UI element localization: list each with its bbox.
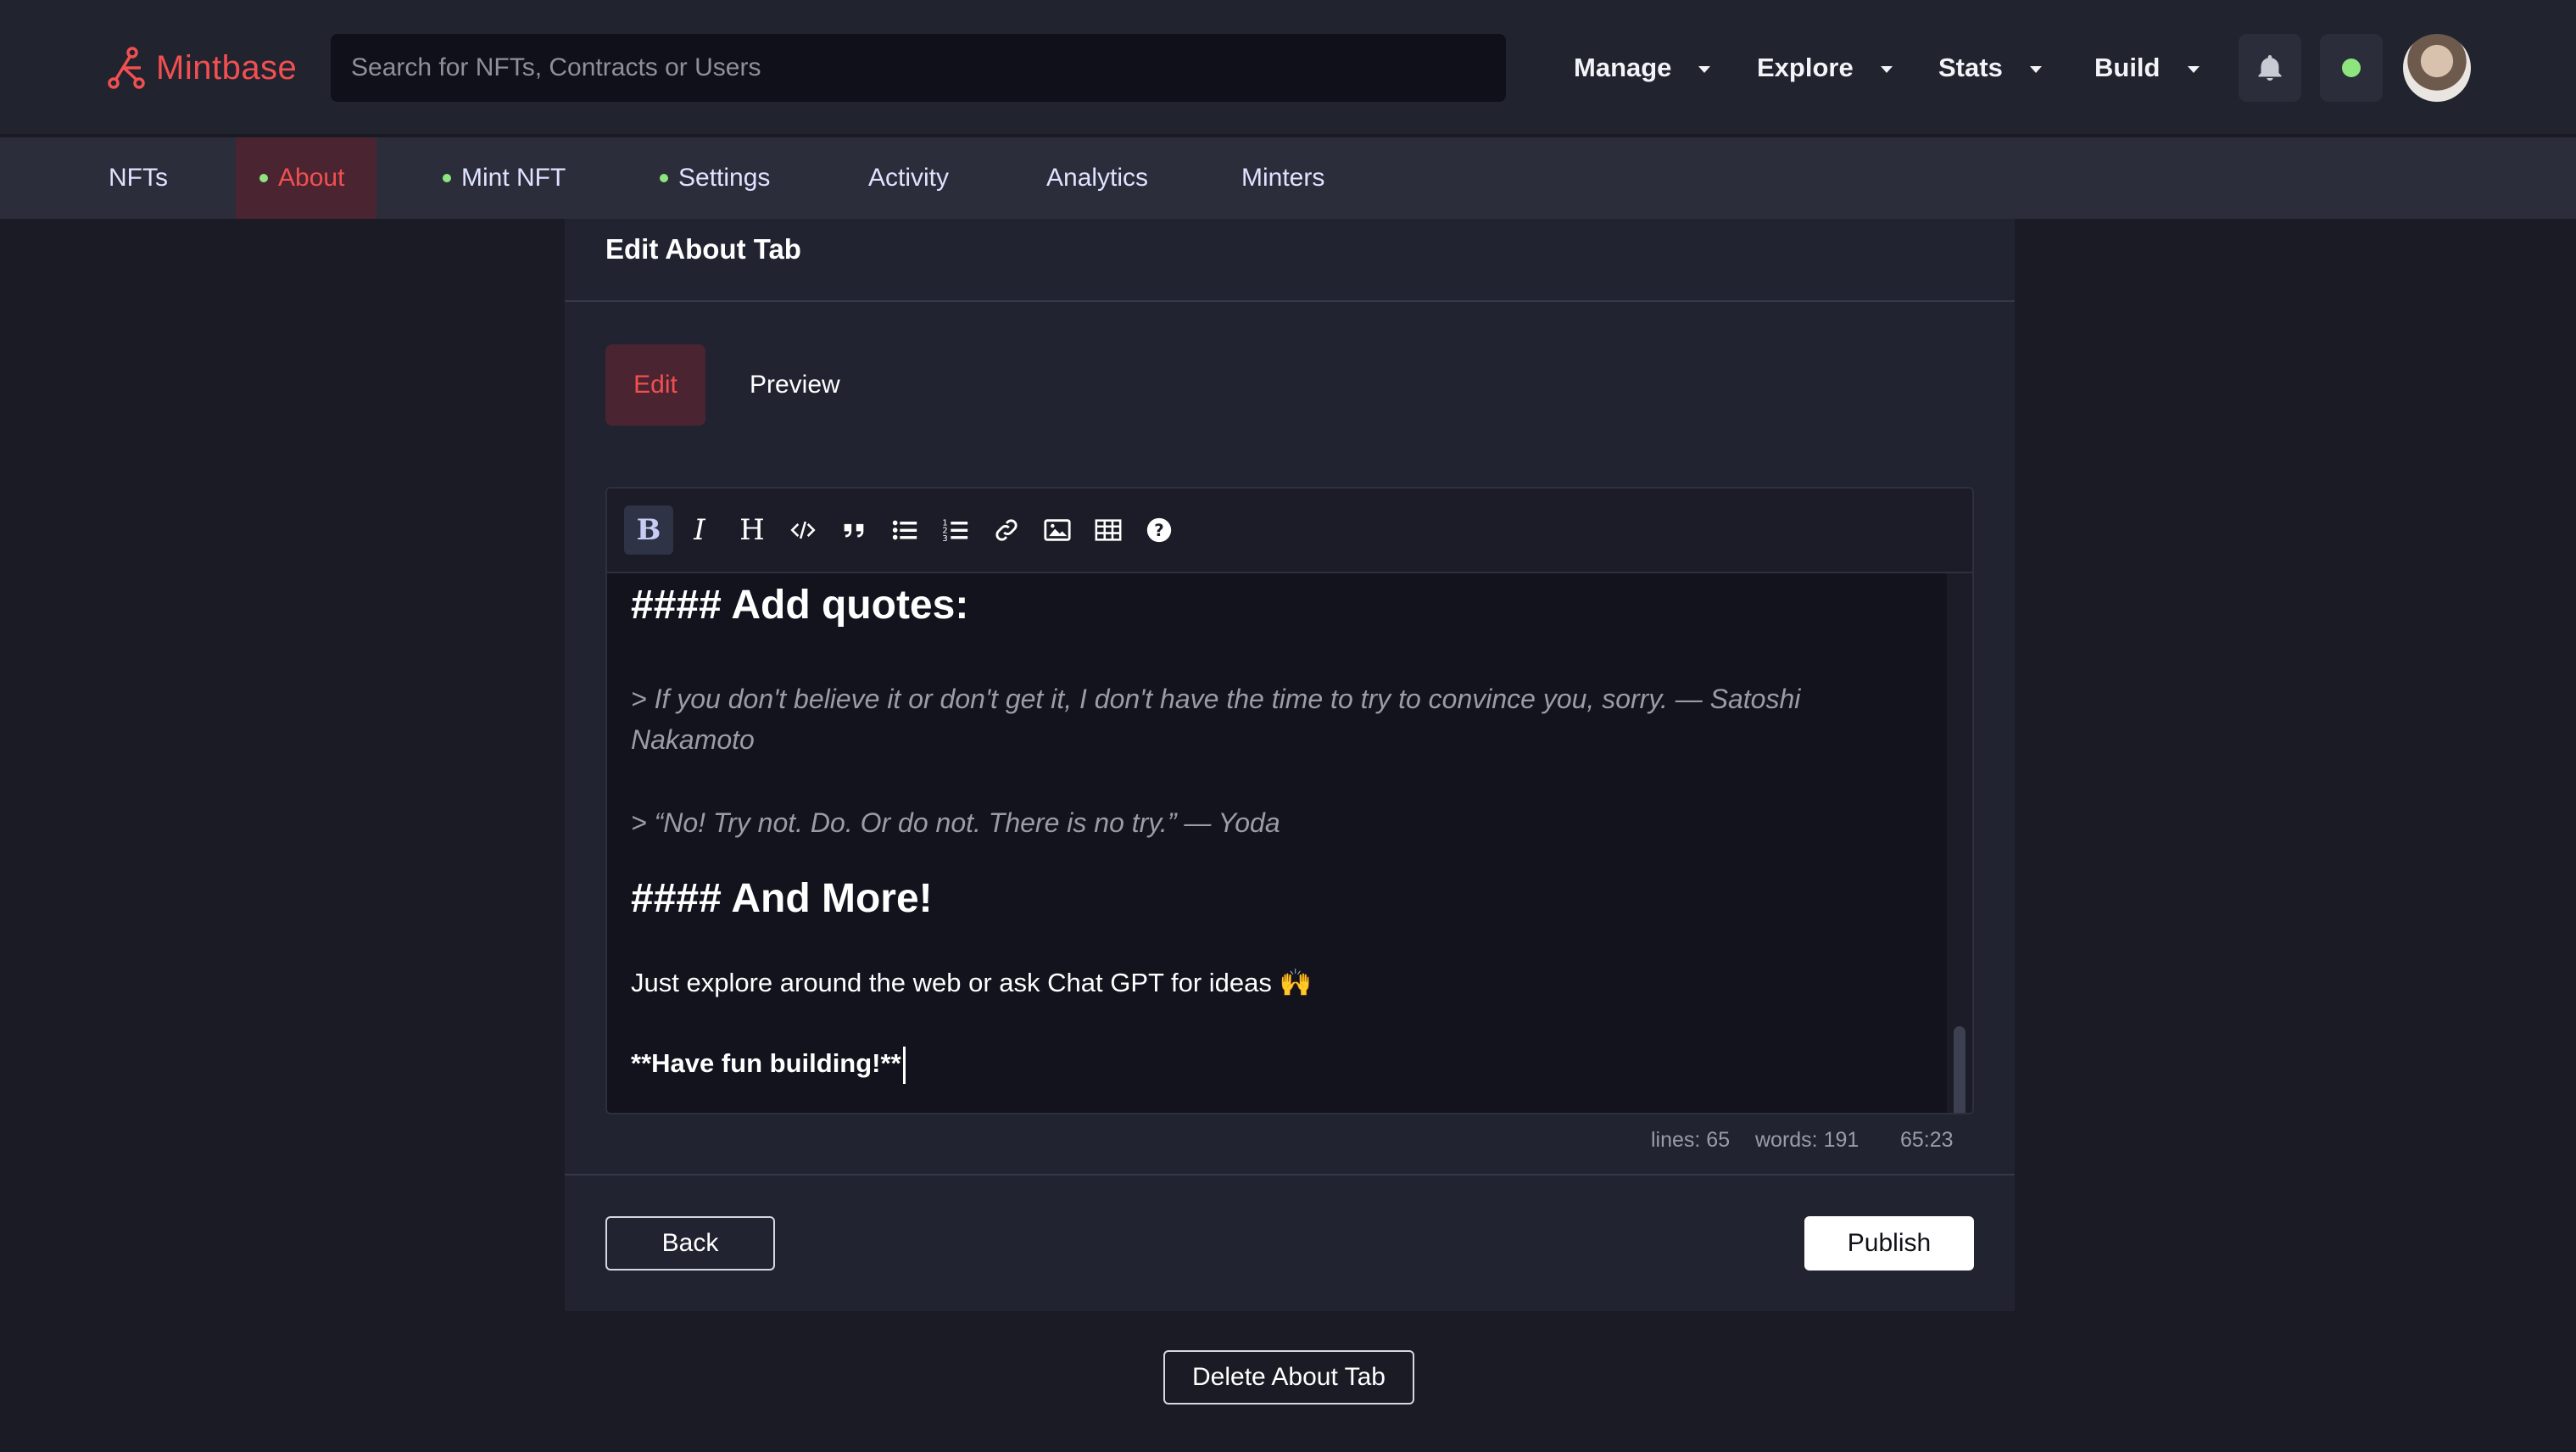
markdown-bold-line: **Have fun building!** bbox=[631, 1047, 906, 1084]
link-button[interactable] bbox=[982, 505, 1031, 555]
code-icon bbox=[790, 521, 816, 539]
top-navbar: Mintbase Manage Explore Stats Build bbox=[0, 0, 2576, 136]
status-cursor-position: 65:23 bbox=[1900, 1127, 1954, 1152]
chevron-down-icon bbox=[2029, 66, 2042, 73]
table-button[interactable] bbox=[1084, 505, 1133, 555]
logo-icon bbox=[108, 47, 145, 89]
tab-label: NFTs bbox=[109, 164, 168, 192]
nav-menu-stats[interactable]: Stats bbox=[1938, 44, 2042, 92]
nav-menu-manage[interactable]: Manage bbox=[1574, 44, 1711, 92]
image-button[interactable] bbox=[1033, 505, 1082, 555]
tab-preview[interactable]: Preview bbox=[750, 344, 840, 426]
tab-label: Analytics bbox=[1046, 164, 1149, 192]
numbered-list-icon: 123 bbox=[942, 518, 968, 544]
bullet-list-icon bbox=[892, 520, 917, 540]
status-dot-icon bbox=[2342, 59, 2361, 77]
editor-toolbar: B I H 123 ? bbox=[607, 489, 1972, 573]
svg-text:?: ? bbox=[1154, 521, 1164, 540]
heading-button[interactable]: H bbox=[728, 505, 777, 555]
markdown-bold-text: **Have fun building!** bbox=[631, 1048, 901, 1079]
nav-menu-label: Explore bbox=[1757, 53, 1854, 82]
delete-about-tab-button[interactable]: Delete About Tab bbox=[1163, 1350, 1414, 1405]
nav-menu-explore[interactable]: Explore bbox=[1757, 44, 1893, 92]
markdown-quote: > “No! Try not. Do. Or do not. There is … bbox=[631, 807, 1280, 838]
tab-nfts[interactable]: NFTs bbox=[85, 137, 192, 219]
status-dot-icon bbox=[660, 174, 668, 182]
tab-label: Settings bbox=[678, 164, 771, 192]
code-button[interactable] bbox=[778, 505, 828, 555]
mintbase-logo[interactable]: Mintbase bbox=[105, 41, 297, 95]
store-subnav: NFTs About Mint NFT Settings Activity An… bbox=[0, 137, 2576, 219]
status-lines: lines: 65 bbox=[1651, 1127, 1731, 1152]
quote-button[interactable] bbox=[829, 505, 878, 555]
tab-label: Activity bbox=[868, 164, 950, 192]
heading-icon: H bbox=[739, 513, 765, 547]
avatar[interactable] bbox=[2403, 34, 2471, 102]
tab-analytics[interactable]: Analytics bbox=[1023, 137, 1172, 219]
link-icon bbox=[995, 519, 1018, 541]
markdown-quote-continued: Nakamoto bbox=[631, 724, 755, 755]
numbered-list-button[interactable]: 123 bbox=[931, 505, 980, 555]
table-icon bbox=[1095, 519, 1122, 541]
publish-button[interactable]: Publish bbox=[1804, 1216, 1974, 1270]
chevron-down-icon bbox=[2187, 66, 2200, 73]
divider bbox=[565, 1174, 2015, 1176]
help-button[interactable]: ? bbox=[1135, 505, 1184, 555]
editor-text-area[interactable]: #### Add quotes: > If you don't believe … bbox=[631, 573, 1937, 1113]
divider bbox=[565, 300, 2015, 302]
tab-mint-nft[interactable]: Mint NFT bbox=[419, 137, 589, 219]
status-dot-icon bbox=[443, 174, 451, 182]
chevron-down-icon bbox=[1880, 66, 1893, 73]
editor-scrollbar[interactable] bbox=[1947, 573, 1972, 1113]
tab-label: About bbox=[278, 164, 345, 192]
status-words: words: 191 bbox=[1755, 1127, 1860, 1152]
markdown-heading: #### And More! bbox=[631, 876, 933, 921]
brand-name: Mintbase bbox=[156, 48, 298, 87]
italic-button[interactable]: I bbox=[675, 505, 724, 555]
nav-menu-label: Manage bbox=[1574, 53, 1672, 82]
scrollbar-thumb[interactable] bbox=[1954, 1026, 1965, 1113]
page-title: Edit About Tab bbox=[605, 233, 801, 265]
tab-activity[interactable]: Activity bbox=[845, 137, 973, 219]
markdown-quote: > If you don't believe it or don't get i… bbox=[631, 684, 1801, 714]
tab-label: Mint NFT bbox=[461, 164, 566, 192]
help-icon: ? bbox=[1146, 517, 1172, 543]
nav-menu-build[interactable]: Build bbox=[2094, 44, 2200, 92]
bell-icon bbox=[2258, 55, 2282, 81]
markdown-heading: #### Add quotes: bbox=[631, 583, 969, 628]
notifications-button[interactable] bbox=[2239, 34, 2301, 102]
search-input[interactable] bbox=[351, 53, 1506, 82]
nav-menu-label: Stats bbox=[1938, 53, 2003, 82]
tab-label: Minters bbox=[1241, 164, 1325, 192]
wallet-status-button[interactable] bbox=[2320, 34, 2383, 102]
markdown-editor[interactable]: B I H 123 ? #### Add quotes: > If you do… bbox=[605, 487, 1974, 1114]
bullet-list-button[interactable] bbox=[880, 505, 929, 555]
svg-text:3: 3 bbox=[942, 534, 947, 544]
quote-icon bbox=[844, 523, 864, 538]
italic-icon: I bbox=[694, 513, 705, 547]
bold-button[interactable]: B bbox=[624, 505, 673, 555]
back-button[interactable]: Back bbox=[605, 1216, 775, 1270]
search-bar[interactable] bbox=[331, 34, 1506, 102]
markdown-paragraph: Just explore around the web or ask Chat … bbox=[631, 968, 1313, 997]
bold-icon: B bbox=[636, 513, 661, 547]
tab-edit[interactable]: Edit bbox=[605, 344, 705, 426]
nav-menu-label: Build bbox=[2094, 53, 2161, 82]
tab-settings[interactable]: Settings bbox=[636, 137, 794, 219]
image-icon bbox=[1044, 519, 1071, 541]
status-dot-icon bbox=[259, 174, 268, 182]
tab-about[interactable]: About bbox=[236, 137, 376, 219]
tab-minters[interactable]: Minters bbox=[1218, 137, 1348, 219]
chevron-down-icon bbox=[1698, 66, 1711, 73]
text-cursor bbox=[902, 1047, 906, 1084]
edit-about-panel: Edit About Tab Edit Preview B I H 1 2 3 … bbox=[565, 219, 2015, 1311]
